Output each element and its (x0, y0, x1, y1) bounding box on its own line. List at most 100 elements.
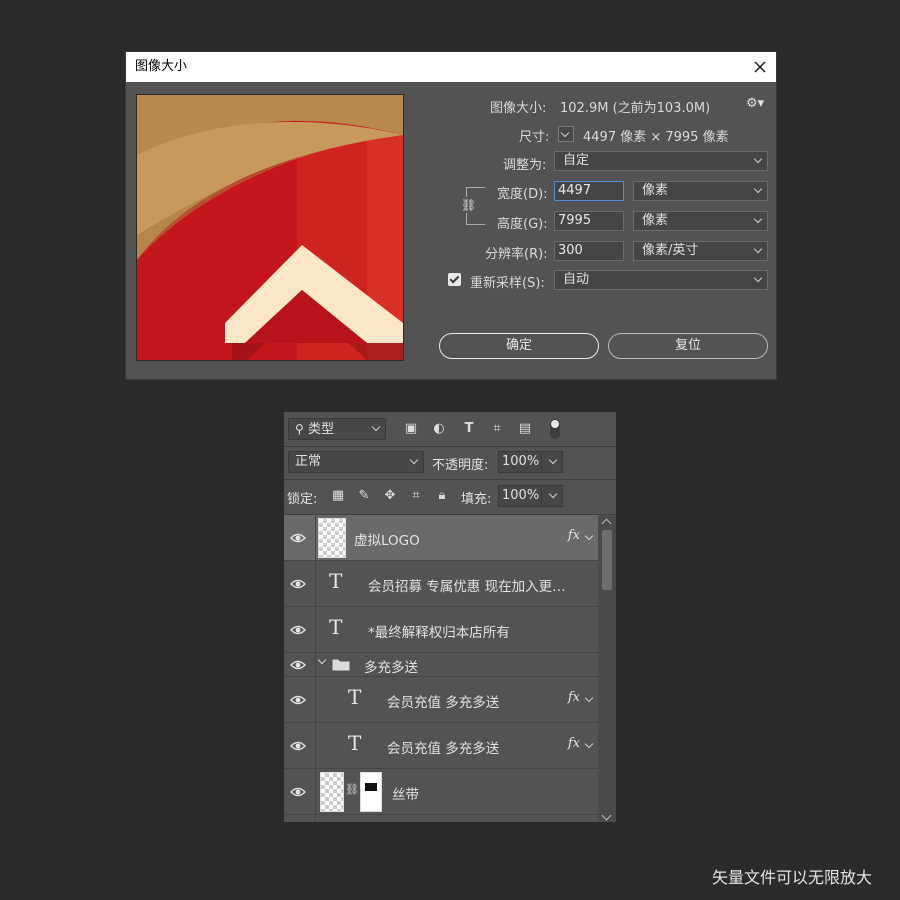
eye-icon[interactable] (290, 578, 306, 590)
scroll-thumb[interactable] (602, 530, 612, 590)
eye-icon[interactable] (290, 740, 306, 752)
filter-pixel-icon[interactable]: ▣ (403, 421, 419, 437)
layer-row[interactable]: T *最终解释权归本店所有 (284, 607, 598, 653)
lock-all-icon[interactable]: 🔒︎ (434, 488, 450, 504)
lock-artboard-icon[interactable]: ⌗ (408, 488, 424, 504)
eye-icon[interactable] (290, 532, 306, 544)
height-label: 高度(G): (497, 217, 548, 232)
eye-icon[interactable] (290, 659, 306, 671)
scroll-down-arrow[interactable] (601, 810, 612, 821)
chevron-down-icon[interactable] (584, 739, 594, 749)
layer-row[interactable]: T 会员招募 专属优惠 现在加入更… (284, 561, 598, 607)
reset-button[interactable]: 复位 (608, 333, 768, 359)
layer-mask-thumbnail[interactable] (360, 772, 382, 812)
resample-value: 自动 (563, 272, 590, 287)
eye-icon[interactable] (290, 624, 306, 636)
chevron-down-icon[interactable] (317, 655, 327, 665)
scroll-up-arrow[interactable] (601, 518, 612, 529)
width-unit-value: 像素 (642, 183, 669, 198)
layers-panel: ⚲ 类型 ▣ ◐ T ⌗ ▤ 正常 不透明度: 100% 锁定: ▦ ✎ ✥ ⌗… (284, 412, 616, 822)
filter-smart-object-icon[interactable]: ▤ (517, 421, 533, 437)
fill-label: 填充: (461, 492, 492, 507)
eye-icon[interactable] (290, 694, 306, 706)
opacity-value: 100% (502, 454, 540, 469)
layer-thumbnail (320, 772, 344, 812)
fx-icon[interactable]: fx (568, 736, 580, 751)
close-button[interactable] (744, 52, 776, 82)
fit-to-select[interactable]: 自定 (554, 151, 768, 171)
filter-kind-select[interactable]: ⚲ 类型 (288, 418, 386, 440)
filter-toggle-switch[interactable] (550, 419, 560, 439)
height-input[interactable]: 7995 (554, 211, 624, 231)
smart-object-thumbnail (318, 518, 346, 558)
blend-mode-value: 正常 (295, 454, 322, 469)
layer-row[interactable]: 虚拟LOGO fx (284, 515, 598, 561)
gear-icon[interactable]: ⚙▾ (746, 96, 764, 112)
layer-name: 丝带 (392, 787, 419, 803)
filter-text-icon[interactable]: T (461, 421, 477, 437)
lock-image-icon[interactable]: ✎ (356, 488, 372, 504)
lock-label: 锁定: (287, 492, 318, 507)
dimensions-value: 4497 像素 × 7995 像素 (583, 130, 729, 145)
width-input[interactable]: 4497 (554, 181, 624, 201)
dialog-titlebar: 图像大小 (126, 52, 776, 82)
resample-checkbox[interactable] (448, 273, 461, 286)
layer-name: 会员充值 多充多送 (387, 741, 500, 757)
search-icon: ⚲ (295, 422, 304, 436)
caption-text: 矢量文件可以无限放大 (711, 868, 872, 887)
opacity-dropdown[interactable] (541, 451, 563, 473)
resample-select[interactable]: 自动 (554, 270, 768, 290)
fx-icon[interactable]: fx (568, 528, 580, 543)
ok-button[interactable]: 确定 (439, 333, 599, 359)
layer-row[interactable]: T 会员充值 多充多送 fx (284, 677, 598, 723)
filter-row: ⚲ 类型 ▣ ◐ T ⌗ ▤ (284, 412, 616, 447)
fx-icon[interactable]: fx (568, 690, 580, 705)
filter-shape-icon[interactable]: ⌗ (489, 421, 505, 437)
filter-kind-value: 类型 (307, 422, 334, 437)
width-label: 宽度(D): (497, 187, 548, 202)
resample-label: 重新采样(S): (470, 276, 545, 291)
layer-name: 会员充值 多充多送 (387, 695, 500, 711)
layer-row-partial[interactable] (284, 815, 598, 822)
eye-icon[interactable] (290, 786, 306, 798)
image-preview[interactable] (136, 94, 404, 361)
text-layer-icon: T (348, 731, 362, 755)
fill-dropdown[interactable] (541, 485, 563, 507)
resolution-unit-value: 像素/英寸 (642, 243, 699, 258)
lock-position-icon[interactable]: ✥ (382, 488, 398, 504)
width-unit-select[interactable]: 像素 (633, 181, 768, 201)
height-unit-select[interactable]: 像素 (633, 211, 768, 231)
resolution-label: 分辨率(R): (485, 247, 548, 262)
resolution-unit-select[interactable]: 像素/英寸 (633, 241, 768, 261)
group-name: 多充多送 (364, 660, 418, 676)
blend-row: 正常 不透明度: 100% (284, 447, 616, 480)
layer-row[interactable]: T 会员充值 多充多送 fx (284, 723, 598, 769)
height-unit-value: 像素 (642, 213, 669, 228)
image-size-dialog: 图像大小 图像大小: 102.9M (之前为103.0M) ⚙▾ 尺寸: 449… (126, 52, 776, 379)
text-layer-icon: T (348, 685, 362, 709)
image-size-label: 图像大小: (490, 101, 547, 116)
layer-row[interactable]: ⛓ 丝带 (284, 769, 598, 815)
layer-name: 会员招募 专属优惠 现在加入更… (368, 579, 566, 595)
fit-to-value: 自定 (563, 153, 590, 168)
group-row[interactable]: 多充多送 (284, 653, 598, 677)
filter-adjustment-icon[interactable]: ◐ (431, 421, 447, 437)
chevron-down-icon[interactable] (584, 693, 594, 703)
close-icon (754, 61, 766, 73)
chevron-down-icon[interactable] (584, 531, 594, 541)
mask-link-icon[interactable]: ⛓ (345, 783, 359, 796)
resolution-input[interactable]: 300 (554, 241, 624, 261)
layer-name: 虚拟LOGO (354, 533, 420, 549)
dimensions-label: 尺寸: (519, 130, 550, 145)
layers-scrollbar[interactable] (598, 516, 616, 822)
folder-icon (332, 659, 350, 671)
layer-name: *最终解释权归本店所有 (368, 625, 510, 641)
blend-mode-select[interactable]: 正常 (288, 451, 424, 473)
lock-row: 锁定: ▦ ✎ ✥ ⌗ 🔒︎ 填充: 100% (284, 480, 616, 515)
link-icon[interactable]: ⛓ (461, 197, 476, 213)
dimensions-unit-dropdown[interactable] (558, 126, 574, 142)
text-layer-icon: T (329, 615, 343, 639)
lock-transparent-icon[interactable]: ▦ (330, 488, 346, 504)
opacity-label: 不透明度: (432, 458, 489, 473)
fit-to-label: 调整为: (503, 158, 547, 173)
